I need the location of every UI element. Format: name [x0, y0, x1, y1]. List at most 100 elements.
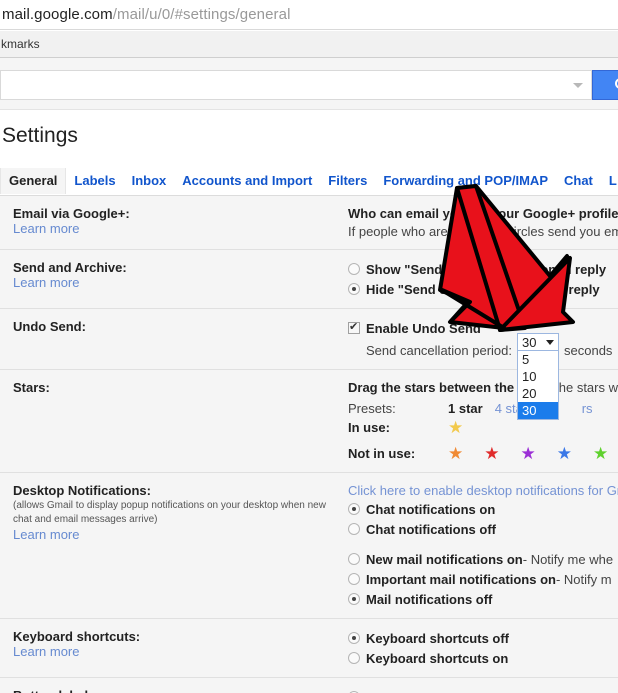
bookmarks-bar[interactable]: kmarks: [0, 31, 618, 58]
tab-chat[interactable]: Chat: [556, 168, 601, 194]
radio-keyboard-shortcuts-on[interactable]: Keyboard shortcuts on: [348, 649, 618, 667]
radio-button-labels-icons[interactable]: Icons: [348, 688, 618, 693]
browser-address-bar[interactable]: mail.google.com/mail/u/0/#settings/gener…: [0, 0, 618, 30]
preset-1-star[interactable]: 1 star: [448, 401, 483, 416]
send-cancellation-period-label: Send cancellation period:: [366, 343, 512, 358]
tab-filters[interactable]: Filters: [320, 168, 375, 194]
search-button[interactable]: [592, 70, 618, 100]
option-label-tail: - Notify me whe: [523, 552, 613, 567]
address-bar-url: mail.google.com/mail/u/0/#settings/gener…: [2, 6, 291, 23]
desktop-notifications-label: Desktop Notifications:: [13, 483, 340, 498]
radio-icon-selected: [348, 632, 360, 644]
in-use-label: In use:: [348, 420, 448, 435]
radio-keyboard-shortcuts-off[interactable]: Keyboard shortcuts off: [348, 629, 618, 647]
tab-labs[interactable]: L: [601, 168, 618, 194]
row-label-cell: Send and Archive: Learn more: [0, 250, 348, 308]
radio-hide-send-and-archive[interactable]: Hide "Send & Archive" button in reply: [348, 280, 618, 298]
enable-desktop-notifications-link[interactable]: Click here to enable desktop notificatio…: [348, 483, 618, 498]
radio-important-mail-notifications-on[interactable]: Important mail notifications on - Notify…: [348, 570, 618, 588]
not-in-use-label: Not in use:: [348, 446, 448, 461]
select-value: 30: [518, 335, 536, 350]
tab-inbox[interactable]: Inbox: [124, 168, 175, 194]
stars-drag-instructions: Drag the stars between the The stars w: [348, 380, 618, 395]
row-label-cell: Email via Google+: Learn more: [0, 196, 348, 249]
star-icon-blue[interactable]: ★: [557, 445, 572, 462]
row-email-via-google-plus: Email via Google+: Learn more Who can em…: [0, 196, 618, 250]
send-cancellation-period-unit: seconds: [564, 343, 612, 358]
star-icon-orange[interactable]: ★: [448, 445, 463, 462]
stars-presets-row: Presets: 1 star 4 stars rs: [348, 401, 618, 416]
option-label: Hide "Send & Archive" button in reply: [366, 282, 600, 297]
option-label: Show "Send & Archive" button in reply: [366, 262, 606, 277]
row-content-cell: Who can email you via your Google+ profi…: [348, 196, 618, 249]
stars-label: Stars:: [13, 380, 340, 395]
send-cancellation-period-row: Send cancellation period: seconds: [348, 341, 618, 359]
row-button-labels: Button labels: Icons: [0, 678, 618, 693]
row-content-cell: Drag the stars between the The stars w P…: [348, 370, 618, 472]
page-title: Settings: [2, 124, 78, 148]
google-plus-learn-more-link[interactable]: Learn more: [13, 221, 340, 236]
select-option-20[interactable]: 20: [518, 385, 558, 402]
radio-chat-notifications-off[interactable]: Chat notifications off: [348, 520, 618, 538]
star-icon-yellow[interactable]: ★: [448, 419, 463, 436]
radio-icon: [348, 263, 360, 275]
stars-drag-text-tail: The stars w: [551, 380, 618, 395]
radio-icon: [348, 523, 360, 535]
keyboard-shortcuts-label: Keyboard shortcuts:: [13, 629, 340, 644]
row-label-cell: Undo Send:: [0, 309, 348, 369]
gmail-search-box[interactable]: [0, 70, 592, 100]
option-label: Chat notifications off: [366, 522, 496, 537]
chevron-down-icon: [546, 340, 554, 345]
search-icon: [615, 78, 618, 93]
preset-all-stars[interactable]: rs: [582, 401, 593, 416]
url-domain: mail.google.com: [2, 6, 113, 23]
radio-mail-notifications-off[interactable]: Mail notifications off: [348, 590, 618, 608]
row-content-cell: Enable Undo Send Send cancellation perio…: [348, 309, 618, 369]
bookmark-item[interactable]: kmarks: [0, 37, 40, 51]
row-label-cell: Button labels:: [0, 678, 348, 693]
desktop-notifications-learn-more-link[interactable]: Learn more: [13, 527, 340, 542]
search-input[interactable]: [1, 72, 561, 98]
tab-general[interactable]: General: [0, 168, 66, 194]
spacer: [348, 538, 618, 550]
enable-undo-send-label: Enable Undo Send: [366, 321, 481, 336]
row-content-cell: Icons: [348, 678, 618, 693]
option-label: Important mail notifications on: [366, 572, 556, 587]
screenshot-root: mail.google.com/mail/u/0/#settings/gener…: [0, 0, 618, 693]
undo-send-label: Undo Send:: [13, 319, 340, 334]
radio-icon: [348, 652, 360, 664]
radio-new-mail-notifications-on[interactable]: New mail notifications on - Notify me wh…: [348, 550, 618, 568]
checkbox-enable-undo-send[interactable]: Enable Undo Send: [348, 319, 618, 337]
keyboard-shortcuts-learn-more-link[interactable]: Learn more: [13, 644, 340, 659]
tab-forwarding-and-pop-imap[interactable]: Forwarding and POP/IMAP: [375, 168, 556, 194]
chevron-down-icon[interactable]: [573, 83, 583, 88]
tab-accounts-and-import[interactable]: Accounts and Import: [174, 168, 320, 194]
row-desktop-notifications: Desktop Notifications: (allows Gmail to …: [0, 473, 618, 619]
select-option-10[interactable]: 10: [518, 368, 558, 385]
radio-icon: [348, 573, 360, 585]
radio-chat-notifications-on[interactable]: Chat notifications on: [348, 500, 618, 518]
radio-icon-selected: [348, 593, 360, 605]
star-icon-purple[interactable]: ★: [521, 445, 536, 462]
select-option-5[interactable]: 5: [518, 351, 558, 368]
google-plus-question: Who can email you via your Google+ profi…: [348, 206, 618, 221]
radio-icon-selected: [348, 283, 360, 295]
row-label-cell: Desktop Notifications: (allows Gmail to …: [0, 473, 348, 618]
send-cancellation-period-select[interactable]: 30: [517, 333, 559, 351]
row-label-cell: Keyboard shortcuts: Learn more: [0, 619, 348, 677]
star-icon-green[interactable]: ★: [593, 445, 608, 462]
option-label: Icons: [366, 690, 400, 693]
star-icon-red[interactable]: ★: [484, 445, 499, 462]
radio-show-send-and-archive[interactable]: Show "Send & Archive" button in reply: [348, 260, 618, 278]
send-cancellation-period-options[interactable]: 5 10 20 30: [517, 351, 559, 420]
option-label: Mail notifications off: [366, 592, 492, 607]
settings-tabbar: General Labels Inbox Accounts and Import…: [0, 168, 618, 196]
option-label: Keyboard shortcuts on: [366, 651, 508, 666]
send-and-archive-learn-more-link[interactable]: Learn more: [13, 275, 340, 290]
checkbox-icon-checked: [348, 322, 360, 334]
select-option-30[interactable]: 30: [518, 402, 558, 419]
row-content-cell: Click here to enable desktop notificatio…: [348, 473, 618, 618]
desktop-notifications-description: (allows Gmail to display popup notificat…: [13, 499, 331, 527]
tab-labels[interactable]: Labels: [66, 168, 123, 194]
settings-rows: Email via Google+: Learn more Who can em…: [0, 196, 618, 693]
